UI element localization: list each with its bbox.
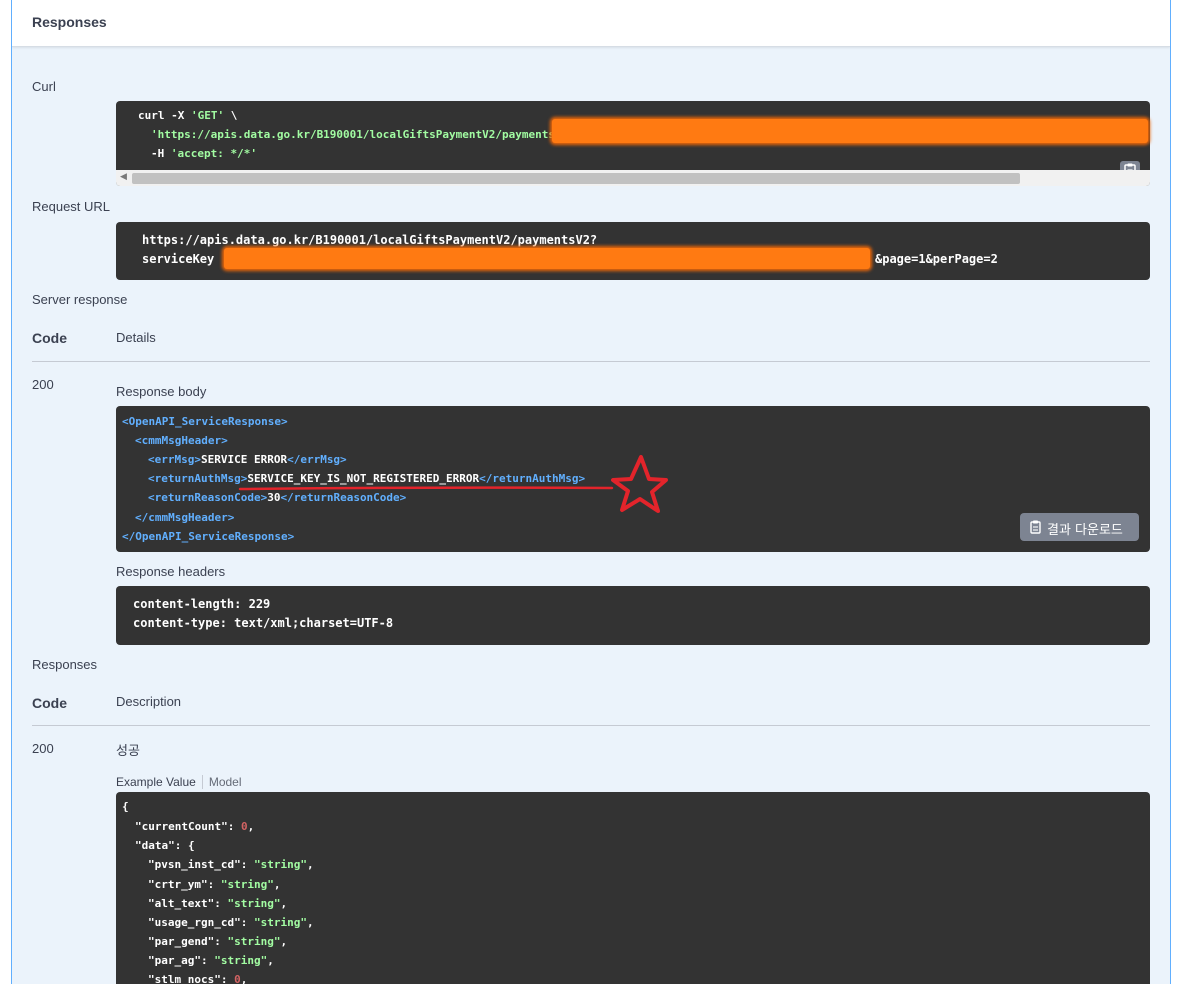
example-model-tabs: Example Value Model [116, 775, 248, 789]
scroll-left-arrow-icon[interactable]: ◀ [120, 172, 127, 182]
request-url-line-1: https://apis.data.go.kr/B190001/localGif… [142, 233, 598, 247]
panel-header: Responses [12, 0, 1170, 47]
server-response-code-header: Code [32, 330, 67, 346]
response-headers-block[interactable]: content-length: 229 content-type: text/x… [116, 586, 1150, 645]
xml-header-close: </cmmMsgHeader> [135, 511, 235, 524]
json-key: "pvsn_inst_cd" [148, 858, 241, 871]
json-string: "string" [214, 954, 268, 967]
table-divider [32, 361, 1150, 362]
responses-label: Responses [32, 657, 98, 672]
responses-code: 200 [32, 741, 54, 756]
json-data: "data": { [135, 839, 195, 852]
xml-tag: <returnReasonCode> [148, 491, 268, 504]
panel-title: Responses [32, 14, 107, 30]
xml-tag: </errMsg> [287, 453, 347, 466]
json-key: "usage_rgn_cd" [148, 916, 241, 929]
clipboard-download-icon [1030, 520, 1041, 534]
request-url-params: &page=1&perPage=2 [875, 252, 998, 266]
curl-line-continuation: \ [224, 109, 238, 122]
json-field: "alt_text": "string", [148, 897, 288, 910]
redacted-service-key [552, 119, 1148, 143]
json-string: "string" [227, 897, 281, 910]
curl-header-flag: -H [151, 147, 171, 160]
json-key: "crtr_ym" [148, 878, 208, 891]
json-field: "pvsn_inst_cd": "string", [148, 858, 314, 871]
json-key: "alt_text" [148, 897, 215, 910]
xml-return-auth-msg: <returnAuthMsg>SERVICE_KEY_IS_NOT_REGIST… [148, 472, 585, 485]
return-auth-msg-value: SERVICE_KEY_IS_NOT_REGISTERED_ERROR [247, 472, 480, 485]
response-headers-label: Response headers [116, 564, 226, 579]
json-string: "string" [220, 878, 274, 891]
json-field: "stlm_nocs": 0, [148, 973, 248, 984]
xml-tag: </returnReasonCode> [280, 491, 407, 504]
json-field: "par_gend": "string", [148, 935, 288, 948]
redacted-service-key [224, 248, 870, 269]
curl-line-1: curl -X 'GET' \ [138, 109, 237, 122]
response-header-line: content-type: text/xml;charset=UTF-8 [133, 616, 394, 630]
responses-panel: Responses Curl curl -X 'GET' \ 'https://… [11, 0, 1171, 984]
table-divider [32, 725, 1150, 726]
example-value-block[interactable]: { "currentCount": 0, "data": { "pvsn_ins… [116, 792, 1150, 984]
json-number: 0 [240, 820, 248, 833]
responses-description-header: Description [116, 694, 182, 709]
json-string: "string" [253, 858, 307, 871]
request-url-block[interactable]: https://apis.data.go.kr/B190001/localGif… [116, 222, 1150, 280]
download-result-label: 결과 다운로드 [1047, 523, 1123, 538]
xml-return-reason-code: <returnReasonCode>30</returnReasonCode> [148, 491, 406, 504]
json-field: "par_ag": "string", [148, 954, 274, 967]
response-header-line: content-length: 229 [133, 597, 271, 611]
json-current-count: "currentCount": 0, [135, 820, 255, 833]
json-string: "string" [227, 935, 281, 948]
json-open-brace: { [122, 800, 129, 813]
tab-model[interactable]: Model [201, 775, 248, 789]
server-response-code: 200 [32, 377, 54, 392]
return-reason-code-value: 30 [267, 491, 281, 504]
curl-horizontal-scrollbar[interactable]: ◀ [116, 170, 1150, 186]
xml-root-close: </OpenAPI_ServiceResponse> [122, 530, 295, 543]
responses-code-header: Code [32, 695, 67, 711]
responses-description: 성공 [116, 744, 140, 759]
json-field: "usage_rgn_cd": "string", [148, 916, 314, 929]
server-response-details-header: Details [116, 330, 156, 345]
curl-label: Curl [32, 79, 56, 94]
json-key: "par_gend" [148, 935, 215, 948]
tab-example-value[interactable]: Example Value [116, 775, 202, 789]
json-string: "string" [253, 916, 307, 929]
json-key: "data" [135, 839, 175, 852]
xml-tag: <errMsg> [148, 453, 201, 466]
curl-command: curl -X [138, 109, 191, 122]
server-response-label: Server response [32, 292, 128, 307]
err-msg-value: SERVICE ERROR [200, 453, 288, 466]
json-field: "crtr_ym": "string", [148, 878, 281, 891]
curl-header-value: 'accept: */*' [170, 147, 257, 160]
xml-tag: <returnAuthMsg> [148, 472, 248, 485]
response-body-block[interactable]: <OpenAPI_ServiceResponse> <cmmMsgHeader>… [116, 406, 1150, 552]
xml-root-open: <OpenAPI_ServiceResponse> [122, 415, 288, 428]
json-key: "currentCount" [135, 820, 228, 833]
json-brace: { [188, 839, 195, 852]
xml-header-open: <cmmMsgHeader> [135, 434, 228, 447]
json-key: "stlm_nocs" [148, 973, 221, 984]
request-url-service-key-label: serviceKey [142, 252, 215, 266]
download-result-button[interactable]: 결과 다운로드 [1020, 513, 1139, 541]
json-key: "par_ag" [148, 954, 201, 967]
curl-method: 'GET' [190, 109, 225, 122]
response-body-label: Response body [116, 384, 207, 399]
curl-line-3: -H 'accept: */*' [151, 147, 257, 160]
json-number: 0 [234, 973, 241, 984]
request-url-label: Request URL [32, 199, 111, 214]
scrollbar-thumb[interactable] [132, 173, 1020, 184]
xml-err-msg: <errMsg>SERVICE ERROR</errMsg> [148, 453, 347, 466]
xml-tag: </returnAuthMsg> [479, 472, 586, 485]
